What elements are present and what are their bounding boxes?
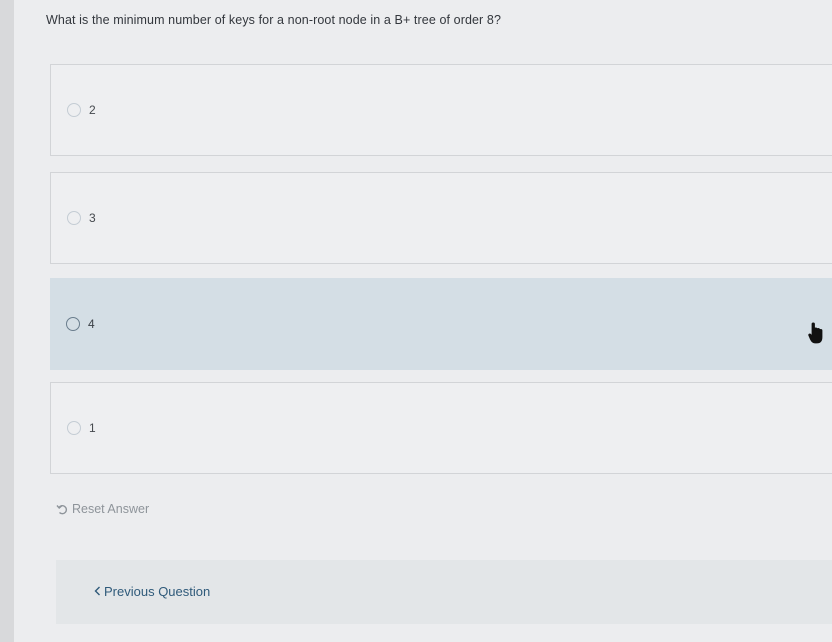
reset-answer-button[interactable]: Reset Answer — [56, 502, 149, 516]
option-label: 2 — [89, 103, 96, 117]
option-2[interactable]: 2 — [50, 64, 832, 156]
option-3[interactable]: 3 — [50, 172, 832, 264]
option-4[interactable]: 4 — [50, 278, 832, 370]
radio-button-option-3[interactable] — [67, 211, 81, 225]
radio-button-option-2[interactable] — [67, 103, 81, 117]
previous-question-label: Previous Question — [104, 584, 211, 599]
hand-pointer-icon — [808, 321, 830, 352]
undo-icon — [56, 503, 69, 515]
reset-answer-label: Reset Answer — [72, 502, 150, 516]
option-label: 1 — [89, 421, 96, 435]
window-left-edge — [0, 0, 14, 642]
radio-button-option-4[interactable] — [66, 317, 80, 331]
option-label: 4 — [88, 317, 95, 331]
option-label: 3 — [89, 211, 96, 225]
question-text: What is the minimum number of keys for a… — [46, 13, 501, 27]
radio-button-option-1[interactable] — [67, 421, 81, 435]
chevron-left-icon — [94, 584, 101, 599]
previous-question-button[interactable]: Previous Question — [94, 584, 210, 599]
option-1[interactable]: 1 — [50, 382, 832, 474]
